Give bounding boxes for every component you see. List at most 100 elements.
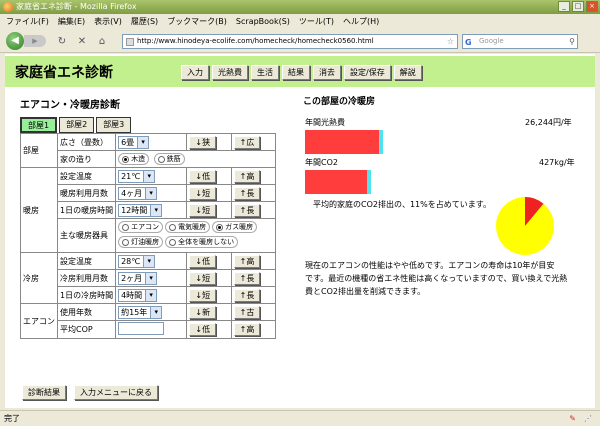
cool-months-shorter-button[interactable]: ↓短 <box>189 271 217 285</box>
menu-file[interactable]: ファイル(F) <box>6 16 49 27</box>
window-controls: _ □ × <box>558 1 598 12</box>
nav-result-button[interactable]: 結果 <box>282 65 310 80</box>
url-text: http://www.hinodeya-ecolife.com/homechec… <box>137 37 374 45</box>
tab-room-1[interactable]: 部屋1 <box>20 117 58 133</box>
row-heat-hours: 1日の暖房時間 12時間 ↓短 ↑長 <box>21 201 277 219</box>
status-bar: 完了 ✎ ⋰ <box>0 410 600 426</box>
menu-tools[interactable]: ツール(T) <box>299 16 334 27</box>
menu-view[interactable]: 表示(V) <box>94 16 122 27</box>
bookmark-star-icon[interactable]: ☆ <box>447 35 454 48</box>
cost-bar <box>305 130 379 154</box>
cop-lower-button[interactable]: ↓低 <box>189 323 217 336</box>
resize-grip-icon[interactable]: ⋰ <box>584 411 592 426</box>
heat-months-select[interactable]: 4ヶ月 <box>118 186 158 200</box>
heat-hours-shorter-button[interactable]: ↓短 <box>189 203 217 217</box>
cool-temp-raise-button[interactable]: ↑高 <box>233 254 261 268</box>
tab-room-2[interactable]: 部屋2 <box>59 117 95 133</box>
heat-hours-longer-button[interactable]: ↑長 <box>233 203 261 217</box>
row-cool-months: 冷房利用月数 2ヶ月 ↓短 ↑長 <box>21 269 277 287</box>
diagnose-result-button[interactable]: 診断結果 <box>22 385 66 400</box>
ac-years-older-button[interactable]: ↑古 <box>233 305 261 319</box>
ac-years-select[interactable]: 約15年 <box>118 305 163 319</box>
form-actions: 診断結果 入力メニューに戻る <box>22 385 158 400</box>
back-to-input-menu-button[interactable]: 入力メニューに戻る <box>74 385 158 400</box>
device-gas-radio[interactable]: ガス暖房 <box>212 221 258 233</box>
tab-room-3[interactable]: 部屋3 <box>96 117 132 133</box>
form-title: エアコン・冷暖房診断 <box>20 100 120 111</box>
annual-co2-value: 427kg/年 <box>539 158 575 167</box>
cop-raise-button[interactable]: ↑高 <box>233 323 261 336</box>
label-size: 広さ（畳数） <box>56 133 117 151</box>
menu-help[interactable]: ヘルプ(H) <box>343 16 379 27</box>
label-heat-months: 暖房利用月数 <box>56 184 117 202</box>
url-bar[interactable]: http://www.hinodeya-ecolife.com/homechec… <box>122 34 458 49</box>
radio-label: 電気暖房 <box>178 222 207 231</box>
cool-hours-select[interactable]: 4時間 <box>118 288 158 302</box>
radio-dot <box>122 238 130 246</box>
heat-temp-lower-button[interactable]: ↓低 <box>189 169 217 183</box>
nav-utility-cost-button[interactable]: 光熱費 <box>212 65 248 80</box>
annual-cost-value: 26,244円/年 <box>525 118 572 127</box>
heat-hours-select[interactable]: 12時間 <box>118 203 163 217</box>
structure-wood-radio[interactable]: 木造 <box>118 153 150 165</box>
cool-temp-select[interactable]: 28℃ <box>118 254 156 268</box>
heat-months-longer-button[interactable]: ↑長 <box>233 186 261 200</box>
group-cooling: 冷房 <box>20 252 58 304</box>
structure-steel-radio[interactable]: 鉄筋 <box>153 153 185 165</box>
cool-months-longer-button[interactable]: ↑長 <box>233 271 261 285</box>
ac-years-newer-button[interactable]: ↓新 <box>189 305 217 319</box>
radio-dot <box>169 238 177 246</box>
menu-bookmarks[interactable]: ブックマーク(B) <box>167 16 227 27</box>
favicon-icon <box>126 38 134 46</box>
minimize-button[interactable]: _ <box>558 1 570 12</box>
row-heat-temp: 暖房 設定温度 21℃ ↓低 ↑高 <box>20 167 277 253</box>
back-icon[interactable]: ◀ <box>6 32 24 50</box>
nav-life-button[interactable]: 生活 <box>251 65 279 80</box>
cool-hours-shorter-button[interactable]: ↓短 <box>189 288 217 302</box>
site-title: 家庭省エネ診断 <box>15 65 113 81</box>
search-icon[interactable]: ⚲ <box>569 35 575 48</box>
header-nav: 入力 光熱費 生活 結果 消去 設定/保存 解説 <box>181 65 422 80</box>
heat-months-shorter-button[interactable]: ↓短 <box>189 186 217 200</box>
navigation-toolbar: ◀ ▶ ↻ ✕ ⌂ http://www.hinodeya-ecolife.co… <box>0 29 600 53</box>
size-decrease-button[interactable]: ↓狭 <box>189 135 217 149</box>
forward-icon[interactable]: ▶ <box>24 35 46 47</box>
label-heat-temp: 設定温度 <box>56 167 117 185</box>
device-none-radio[interactable]: 全体を暖房しない <box>165 236 239 248</box>
close-button[interactable]: × <box>586 1 598 12</box>
cool-hours-longer-button[interactable]: ↑長 <box>233 288 261 302</box>
advice-text: 現在のエアコンの性能はやや低めです。エアコンの寿命は10年が目安 です。最近の機… <box>305 259 567 298</box>
menu-history[interactable]: 履歴(S) <box>131 16 158 27</box>
radio-label: ガス暖房 <box>225 222 254 231</box>
heat-temp-select[interactable]: 21℃ <box>118 169 156 183</box>
heat-temp-raise-button[interactable]: ↑高 <box>233 169 261 183</box>
maximize-button[interactable]: □ <box>572 1 584 12</box>
radio-label: 鉄筋 <box>166 155 181 163</box>
menu-scrapbook[interactable]: ScrapBook(S) <box>236 17 290 26</box>
stop-icon[interactable]: ✕ <box>76 36 88 48</box>
menu-edit[interactable]: 編集(E) <box>58 16 85 27</box>
nav-clear-button[interactable]: 消去 <box>313 65 341 80</box>
cop-input[interactable] <box>118 322 165 335</box>
group-heating: 暖房 <box>20 167 58 253</box>
firefox-icon <box>3 2 13 12</box>
size-increase-button[interactable]: ↑広 <box>233 135 261 149</box>
device-aircon-radio[interactable]: エアコン <box>118 221 164 233</box>
row-heat-months: 暖房利用月数 4ヶ月 ↓短 ↑長 <box>21 184 277 202</box>
cool-months-select[interactable]: 2ヶ月 <box>118 271 158 285</box>
cool-temp-lower-button[interactable]: ↓低 <box>189 254 217 268</box>
cost-bar-tip <box>379 130 383 154</box>
label-cool-temp: 設定温度 <box>56 252 117 270</box>
reload-icon[interactable]: ↻ <box>56 36 68 48</box>
search-input[interactable]: G Google ⚲ <box>462 34 578 49</box>
nav-input-button[interactable]: 入力 <box>181 65 209 80</box>
nav-settings-save-button[interactable]: 設定/保存 <box>344 65 391 80</box>
device-kerosene-radio[interactable]: 灯油暖房 <box>118 236 164 248</box>
co2-bar <box>305 170 367 194</box>
site-header: 家庭省エネ診断 入力 光熱費 生活 結果 消去 設定/保存 解説 <box>5 56 595 87</box>
nav-explanation-button[interactable]: 解説 <box>393 65 422 80</box>
home-icon[interactable]: ⌂ <box>96 36 108 48</box>
size-select[interactable]: 6畳 <box>118 135 150 149</box>
device-electric-radio[interactable]: 電気暖房 <box>165 221 211 233</box>
addon-icon[interactable]: ✎ <box>569 411 576 426</box>
